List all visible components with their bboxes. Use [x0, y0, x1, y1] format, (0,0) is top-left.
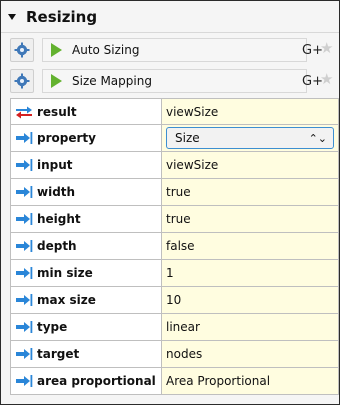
param-label: height [37, 212, 81, 226]
param-label: min size [37, 266, 93, 280]
favorite-star-icon[interactable]: ★ [320, 70, 333, 88]
param-value[interactable]: Area Proportional [161, 368, 339, 395]
input-arrow-icon [16, 294, 33, 306]
param-row-target: target nodes [10, 341, 339, 368]
param-value-text: linear [166, 320, 200, 334]
param-value[interactable]: viewSize [161, 152, 339, 179]
param-label: width [37, 185, 76, 199]
settings-button[interactable] [10, 38, 34, 62]
param-label: type [37, 320, 68, 334]
param-label: target [37, 347, 80, 361]
divider [1, 32, 339, 33]
algorithm-row-auto-sizing: Auto Sizing G+ ★ [10, 37, 338, 63]
output-arrows-icon [16, 106, 32, 118]
input-arrow-icon [16, 240, 33, 252]
param-cell: width [10, 179, 161, 206]
input-arrow-icon [16, 321, 33, 333]
param-value[interactable]: true [161, 206, 339, 233]
param-row-height: height true [10, 206, 339, 233]
param-row-result: result viewSize [10, 98, 339, 125]
param-value: Size ⌃⌄ [161, 125, 339, 152]
algorithm-label: Size Mapping [72, 74, 152, 88]
settings-button[interactable] [10, 69, 34, 93]
param-row-depth: depth false [10, 233, 339, 260]
param-cell: max size [10, 287, 161, 314]
input-arrow-icon [16, 213, 33, 225]
param-cell: depth [10, 233, 161, 260]
param-row-min-size: min size 1 [10, 260, 339, 287]
chevron-up-down-icon: ⌃⌄ [308, 131, 327, 145]
param-cell: input [10, 152, 161, 179]
collapse-triangle-icon[interactable] [8, 14, 16, 20]
gear-icon [14, 73, 30, 89]
property-select[interactable]: Size ⌃⌄ [166, 127, 334, 149]
play-icon [51, 74, 62, 88]
algorithm-label: Auto Sizing [72, 43, 140, 57]
param-value[interactable]: false [161, 233, 339, 260]
param-cell: property [10, 125, 161, 152]
select-value: Size [175, 131, 200, 145]
param-value-text: true [166, 185, 191, 199]
input-arrow-icon [16, 267, 33, 279]
play-icon [51, 43, 62, 57]
param-label: result [37, 104, 77, 119]
param-value[interactable]: 1 [161, 260, 339, 287]
param-value[interactable]: true [161, 179, 339, 206]
param-value-text: false [166, 239, 195, 253]
param-value[interactable]: 10 [161, 287, 339, 314]
param-cell: height [10, 206, 161, 233]
input-arrow-icon [16, 132, 33, 144]
param-row-property: property Size ⌃⌄ [10, 125, 339, 152]
param-row-max-size: max size 10 [10, 287, 339, 314]
param-value-text: viewSize [166, 158, 219, 172]
param-value[interactable]: nodes [161, 341, 339, 368]
param-value[interactable]: linear [161, 314, 339, 341]
gear-icon [14, 42, 30, 58]
input-arrow-icon [16, 159, 33, 171]
param-label: area proportional [37, 374, 156, 388]
param-row-input: input viewSize [10, 152, 339, 179]
param-value-text: nodes [166, 347, 203, 361]
input-arrow-icon [16, 186, 33, 198]
param-value-text: 1 [166, 266, 174, 280]
param-label: input [37, 158, 73, 172]
input-arrow-icon [16, 348, 33, 360]
param-value-text: true [166, 212, 191, 226]
param-value-text: 10 [166, 293, 182, 307]
param-cell: min size [10, 260, 161, 287]
input-arrow-icon [16, 375, 33, 387]
param-label: depth [37, 239, 77, 253]
param-value-text: viewSize [166, 104, 219, 119]
param-cell: target [10, 341, 161, 368]
param-row-type: type linear [10, 314, 339, 341]
param-row-width: width true [10, 179, 339, 206]
param-value-text: Area Proportional [166, 374, 271, 388]
param-label: property [37, 131, 96, 145]
section-header[interactable]: Resizing [1, 1, 339, 33]
param-cell: type [10, 314, 161, 341]
section-title: Resizing [26, 8, 98, 26]
param-cell: area proportional [10, 368, 161, 395]
algorithm-row-size-mapping: Size Mapping G+ ★ [10, 68, 338, 94]
param-row-area-proportional: area proportional Area Proportional [10, 368, 339, 395]
param-label: max size [37, 293, 96, 307]
parameters-table: result viewSize property Size ⌃⌄ input v… [10, 98, 339, 395]
algorithm-run-button[interactable]: Auto Sizing [42, 38, 307, 62]
favorite-star-icon[interactable]: ★ [320, 39, 333, 57]
algorithm-run-button[interactable]: Size Mapping [42, 69, 307, 93]
param-value[interactable]: viewSize [161, 98, 339, 125]
param-cell: result [10, 98, 161, 125]
resizing-panel: Resizing Auto Sizing G+ ★ Size Mapping G… [0, 0, 340, 405]
